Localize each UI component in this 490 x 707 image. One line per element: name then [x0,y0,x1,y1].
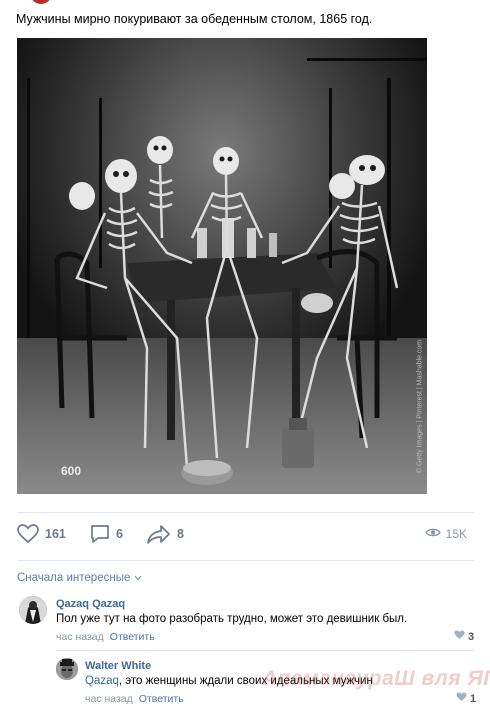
share-count: 8 [177,527,184,541]
comments-sort-dropdown[interactable]: Сначала интересные [17,572,142,584]
like-count: 161 [45,527,66,541]
post-text: Мужчины мирно покуривают за обеденным ст… [16,12,373,26]
comment-like-button[interactable]: 3 [454,630,474,643]
comment-like-count: 1 [470,692,477,705]
share-icon [147,524,171,544]
photo-credit: © Getty Images | Pinterest | Mashable.co… [416,339,424,474]
divider [56,650,474,651]
heart-icon [456,692,467,705]
comment-author[interactable]: Walter White [85,660,151,672]
post-actions: 161 6 8 15K [17,524,477,548]
post-author-avatar[interactable] [30,0,52,4]
divider [17,560,474,561]
comment-meta: час назад Ответить [85,693,184,705]
comment-like-button[interactable]: 1 [456,692,476,705]
skeletons-photo-illustration [17,38,427,494]
comment-like-count: 3 [468,630,475,643]
sort-label: Сначала интересные [17,572,131,584]
share-button[interactable]: 8 [147,524,184,544]
heart-icon [454,630,465,643]
avatar[interactable] [19,596,47,624]
comment-meta: час назад Ответить [56,631,155,643]
view-count: 15K [445,527,467,541]
chevron-down-icon [134,572,142,584]
photo-number: 600 [61,464,82,478]
watermark: АпаманаураШ вля ЯП [262,667,490,690]
divider [17,512,474,513]
like-button[interactable]: 161 [17,524,66,544]
comment-count: 6 [116,527,123,541]
comment-text: Пол уже тут на фото разобрать трудно, мо… [56,613,408,625]
comment-time: час назад [85,693,133,705]
reply-button[interactable]: Ответить [139,693,184,705]
comment-button[interactable]: 6 [90,524,123,544]
avatar[interactable] [56,658,78,680]
view-counter: 15K [424,527,467,541]
heart-icon [17,524,39,544]
comment-time: час назад [56,631,104,643]
eye-icon [424,527,441,541]
comment-item: Qazaq Qazaq Пол уже тут на фото разобрат… [0,590,490,650]
comment-icon [90,524,110,544]
post-photo[interactable]: 600 © Getty Images | Pinterest | Mashabl… [17,38,427,494]
mention-link[interactable]: Qazaq [85,675,119,687]
reply-button[interactable]: Ответить [110,631,155,643]
comment-author[interactable]: Qazaq Qazaq [56,598,125,610]
